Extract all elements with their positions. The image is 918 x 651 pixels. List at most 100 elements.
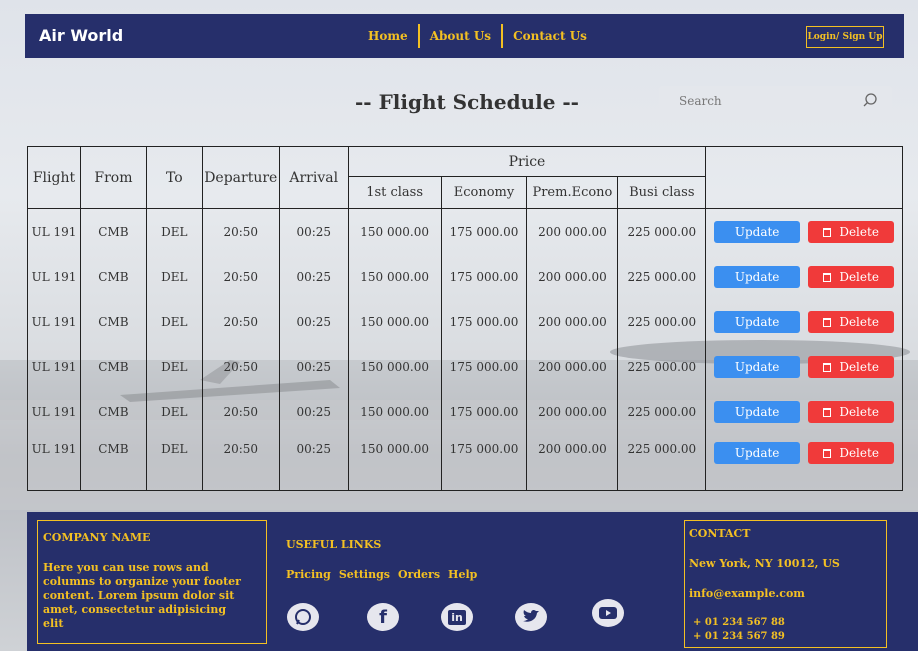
header-arrival: Arrival — [278, 146, 349, 209]
top-navbar: Air World Home About Us Contact Us Login… — [25, 14, 904, 58]
linkedin-icon[interactable]: in — [441, 603, 473, 631]
cell-departure: 20:50 — [201, 208, 280, 254]
cell-flight: UL 191 — [27, 389, 81, 434]
cell-price-premium: 200 000.00 — [526, 254, 619, 299]
cell-flight: UL 191 — [27, 254, 81, 299]
update-button[interactable]: Update — [714, 442, 801, 464]
update-button[interactable]: Update — [714, 310, 801, 333]
header-flight: Flight — [27, 146, 81, 209]
cell-price-business: 225 000.00 — [617, 389, 707, 434]
delete-label: Delete — [839, 224, 879, 239]
delete-button[interactable]: Delete — [808, 220, 895, 243]
search-input[interactable]: Search — [659, 86, 892, 115]
brand-logo[interactable]: Air World — [39, 26, 123, 45]
link-settings[interactable]: Settings — [339, 568, 390, 581]
link-pricing[interactable]: Pricing — [286, 568, 331, 581]
cell-price-premium: 200 000.00 — [526, 389, 619, 434]
header-price: Price — [347, 146, 707, 177]
update-button[interactable]: Update — [714, 400, 801, 423]
table-row: UL 191 CMB DEL 20:50 00:25 150 000.00 175 000.… — [27, 299, 903, 344]
delete-button[interactable]: Delete — [808, 442, 895, 464]
facebook-icon[interactable]: f — [367, 603, 399, 631]
contact-address: New York, NY 10012, US — [689, 557, 840, 570]
table-row: UL 191 CMB DEL 20:50 00:25 150 000.00 175 000.… — [27, 389, 903, 434]
delete-label: Delete — [839, 359, 879, 374]
footer-company-box: COMPANY NAME Here you can use rows and c… — [37, 520, 267, 644]
cell-to: DEL — [145, 208, 203, 254]
contact-heading: CONTACT — [689, 527, 751, 540]
link-orders[interactable]: Orders — [398, 568, 440, 581]
search-icon[interactable] — [862, 92, 878, 108]
cell-price-business: 225 000.00 — [617, 254, 707, 299]
cell-price-first: 150 000.00 — [347, 254, 442, 299]
delete-label: Delete — [839, 314, 879, 329]
table-row: UL 191 CMB DEL 20:50 00:25 150 000.00 175 000.… — [27, 254, 903, 299]
trash-icon — [823, 449, 832, 458]
company-heading: COMPANY NAME — [43, 531, 151, 544]
cell-from: CMB — [79, 344, 147, 389]
header-business-class: Busi class — [617, 176, 707, 209]
cell-flight: UL 191 — [27, 434, 81, 491]
cell-to: DEL — [145, 434, 203, 491]
cell-departure: 20:50 — [201, 344, 280, 389]
table-row: UL 191 CMB DEL 20:50 00:25 150 000.00 175 000.… — [27, 434, 903, 491]
contact-phone-1: + 01 234 567 88 — [693, 617, 785, 628]
cell-price-first: 150 000.00 — [347, 389, 442, 434]
cell-from: CMB — [79, 299, 147, 344]
header-premium-economy: Prem.Econo — [526, 176, 619, 209]
header-departure: Departure — [201, 146, 280, 209]
header-actions — [705, 146, 903, 209]
update-button[interactable]: Update — [714, 220, 801, 243]
footer: COMPANY NAME Here you can use rows and c… — [27, 512, 918, 651]
cell-to: DEL — [145, 389, 203, 434]
cell-actions: Update Delete — [705, 389, 903, 434]
delete-button[interactable]: Delete — [808, 265, 895, 288]
delete-label: Delete — [839, 446, 879, 460]
cell-price-economy: 175 000.00 — [440, 389, 528, 434]
cell-price-economy: 175 000.00 — [440, 208, 528, 254]
cell-price-business: 225 000.00 — [617, 208, 707, 254]
update-button[interactable]: Update — [714, 265, 801, 288]
nav-home[interactable]: Home — [358, 29, 418, 43]
delete-button[interactable]: Delete — [808, 310, 895, 333]
cell-to: DEL — [145, 254, 203, 299]
nav-contact-us[interactable]: Contact Us — [503, 29, 597, 43]
cell-price-economy: 175 000.00 — [440, 344, 528, 389]
cell-arrival: 00:25 — [278, 299, 349, 344]
cell-flight: UL 191 — [27, 208, 81, 254]
header-economy: Economy — [440, 176, 528, 209]
cell-actions: Update Delete — [705, 208, 903, 254]
link-help[interactable]: Help — [448, 568, 477, 581]
cell-price-premium: 200 000.00 — [526, 344, 619, 389]
cell-price-premium: 200 000.00 — [526, 208, 619, 254]
useful-links: Pricing Settings Orders Help — [286, 568, 477, 581]
cell-price-first: 150 000.00 — [347, 299, 442, 344]
cell-price-first: 150 000.00 — [347, 344, 442, 389]
trash-icon — [823, 362, 832, 372]
trash-icon — [823, 317, 832, 327]
whatsapp-icon[interactable] — [287, 603, 319, 631]
cell-price-business: 225 000.00 — [617, 299, 707, 344]
company-text: Here you can use rows and columns to org… — [43, 561, 241, 630]
cell-price-economy: 175 000.00 — [440, 434, 528, 491]
cell-departure: 20:50 — [201, 389, 280, 434]
delete-button[interactable]: Delete — [808, 355, 895, 378]
trash-icon — [823, 272, 832, 282]
cell-actions: Update Delete — [705, 344, 903, 389]
update-button[interactable]: Update — [714, 355, 801, 378]
cell-arrival: 00:25 — [278, 208, 349, 254]
youtube-icon[interactable] — [592, 599, 624, 627]
cell-arrival: 00:25 — [278, 344, 349, 389]
cell-arrival: 00:25 — [278, 389, 349, 434]
nav-about-us[interactable]: About Us — [420, 29, 501, 43]
login-signup-button[interactable]: Login/ Sign Up — [806, 26, 884, 48]
cell-from: CMB — [79, 254, 147, 299]
delete-button[interactable]: Delete — [808, 400, 895, 423]
cell-price-premium: 200 000.00 — [526, 434, 619, 491]
cell-arrival: 00:25 — [278, 434, 349, 491]
header-from: From — [79, 146, 147, 209]
cell-from: CMB — [79, 389, 147, 434]
cell-from: CMB — [79, 208, 147, 254]
twitter-icon[interactable] — [515, 603, 547, 631]
contact-email[interactable]: info@example.com — [689, 587, 805, 600]
